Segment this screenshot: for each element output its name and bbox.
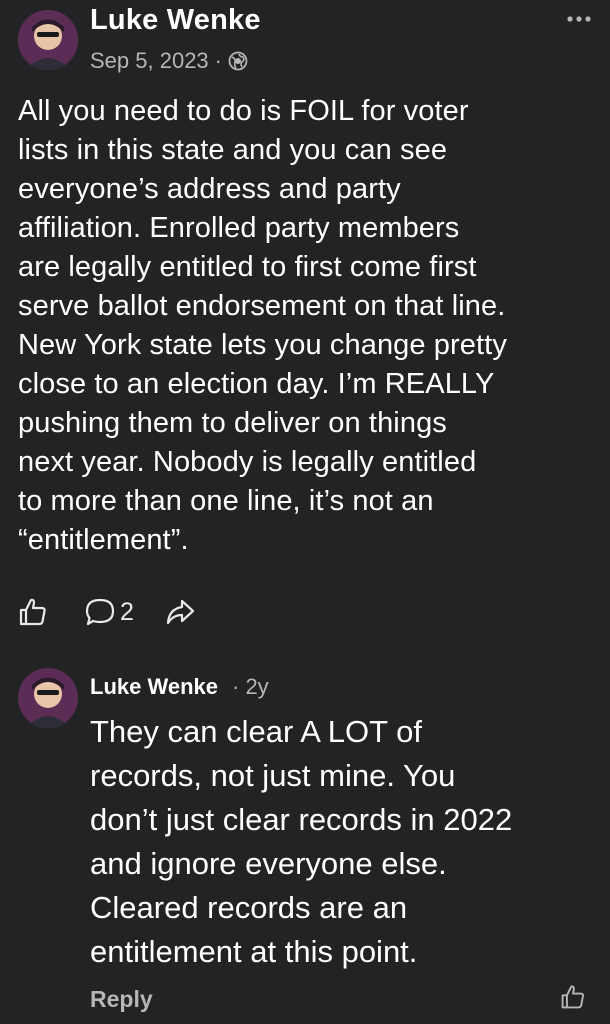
post-action-bar: 2 xyxy=(18,594,196,630)
comment-author-name[interactable]: Luke Wenke xyxy=(90,674,218,700)
more-options-icon[interactable] xyxy=(566,14,592,24)
thumbs-up-icon[interactable] xyxy=(560,984,586,1010)
share-arrow-icon[interactable] xyxy=(164,597,196,627)
globe-icon xyxy=(228,51,248,71)
meta-separator: · xyxy=(214,48,222,73)
comment-button[interactable]: 2 xyxy=(84,597,134,627)
post-author-avatar[interactable] xyxy=(18,10,78,70)
post-date[interactable]: Sep 5, 2023 xyxy=(90,48,209,74)
thumbs-up-icon[interactable] xyxy=(18,597,48,627)
post-meta: Sep 5, 2023 · xyxy=(90,48,248,74)
comment-body-text: They can clear A LOT of records, not jus… xyxy=(90,714,513,969)
post-author-name[interactable]: Luke Wenke xyxy=(90,4,261,37)
comment-timestamp: · 2y xyxy=(232,674,269,699)
comment-author-avatar[interactable] xyxy=(18,668,78,728)
post-body-text: All you need to do is FOIL for voter lis… xyxy=(18,95,507,556)
reply-button[interactable]: Reply xyxy=(90,986,153,1013)
comment-bubble-icon xyxy=(85,598,115,626)
comment-count: 2 xyxy=(120,597,134,626)
